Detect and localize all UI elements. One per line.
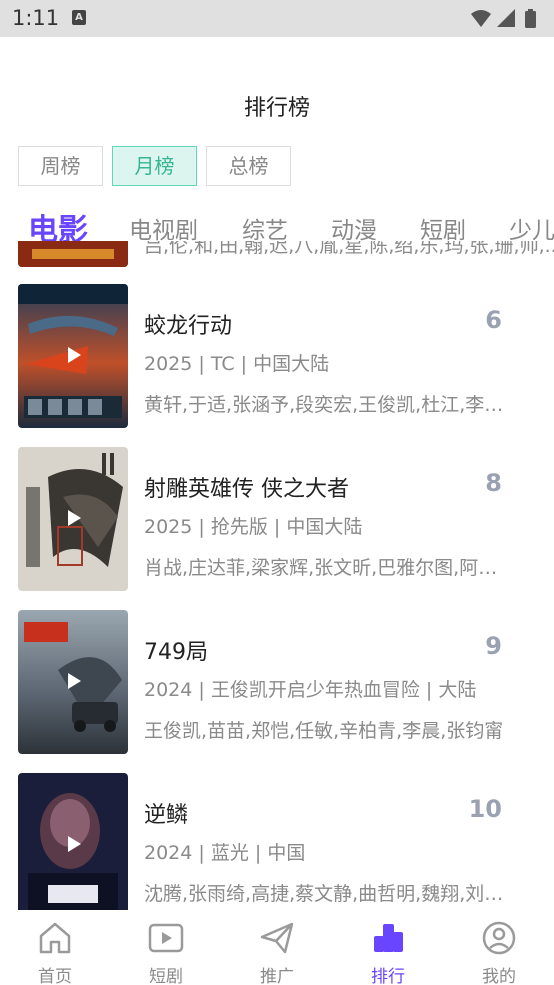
list-item[interactable]: 逆鳞 10 2024 | 蓝光 | 中国 沈腾,张雨绮,高捷,蔡文静,曲哲明,魏… — [0, 773, 554, 910]
item-rank: 10 — [468, 795, 502, 823]
item-title: 蛟龙行动 — [144, 314, 233, 339]
paper-plane-icon — [260, 922, 294, 954]
wifi-icon — [471, 10, 491, 27]
nav-ranking-label: 排行 — [371, 967, 405, 985]
ranking-list[interactable]: 吕,伦,和,田,翰,迟,八,胤,星,陈,绍,乐,玛,张,珊,帅,... 蛟龙行动… — [0, 241, 554, 910]
play-square-icon — [148, 923, 184, 953]
user-circle-icon — [482, 921, 516, 955]
item-cast: 王俊凯,苗苗,郑恺,任敏,辛柏青,李晨,张钧甯 — [144, 720, 504, 742]
poster-image — [18, 610, 128, 754]
tab-kids[interactable]: 少儿 — [509, 211, 554, 245]
item-cast: 肖战,庄达菲,梁家辉,张文昕,巴雅尔图,阿如那,胡军 — [144, 557, 512, 579]
item-meta: 2024 | 王俊凯开启少年热血冒险 | 大陆 — [144, 679, 477, 701]
nav-home[interactable]: 首页 — [10, 918, 100, 985]
tab-short-drama[interactable]: 短剧 — [420, 211, 466, 245]
home-icon — [39, 922, 71, 954]
poster-image — [18, 773, 128, 910]
status-time: 1:11 — [12, 6, 60, 30]
notification-icon: A — [72, 10, 86, 25]
status-bar: 1:11 A — [0, 0, 554, 37]
item-cast: 黄轩,于适,张涵予,段奕宏,王俊凯,杜江,李晨,彭昱畅 — [144, 394, 512, 416]
item-rank: 9 — [485, 632, 502, 660]
list-item[interactable]: 749局 9 2024 | 王俊凯开启少年热血冒险 | 大陆 王俊凯,苗苗,郑恺… — [0, 610, 554, 756]
item-rank: 8 — [485, 469, 502, 497]
signal-icon — [497, 9, 515, 27]
status-icons — [471, 9, 536, 28]
nav-mine-label: 我的 — [482, 967, 516, 985]
item-meta: 2025 | 抢先版 | 中国大陆 — [144, 516, 363, 538]
nav-promote-label: 推广 — [260, 967, 294, 985]
item-title: 749局 — [144, 640, 208, 665]
item-cast: 吕,伦,和,田,翰,迟,八,胤,星,陈,绍,乐,玛,张,珊,帅,... — [144, 241, 554, 257]
item-meta: 2025 | TC | 中国大陆 — [144, 353, 330, 375]
battery-icon — [525, 11, 536, 28]
ranking-bars-icon — [374, 924, 403, 952]
tab-anime[interactable]: 动漫 — [331, 211, 377, 245]
tab-monthly[interactable]: 月榜 — [112, 146, 197, 186]
item-cast: 沈腾,张雨绮,高捷,蔡文静,曲哲明,魏翔,刘晓晔 — [144, 883, 512, 905]
play-icon[interactable] — [62, 344, 84, 366]
poster-image — [18, 284, 128, 428]
tab-tv-series[interactable]: 电视剧 — [129, 211, 198, 245]
list-item[interactable]: 射雕英雄传 侠之大者 8 2025 | 抢先版 | 中国大陆 肖战,庄达菲,梁家… — [0, 447, 554, 593]
bottom-nav: 首页 短剧 推广 排行 我的 — [0, 910, 554, 985]
nav-short-drama[interactable]: 短剧 — [121, 918, 211, 985]
play-icon[interactable] — [62, 833, 84, 855]
tab-variety[interactable]: 综艺 — [242, 211, 288, 245]
tab-overall[interactable]: 总榜 — [206, 146, 291, 186]
play-icon[interactable] — [62, 670, 84, 692]
list-item-partial[interactable]: 吕,伦,和,田,翰,迟,八,胤,星,陈,绍,乐,玛,张,珊,帅,... — [0, 241, 554, 267]
item-rank: 6 — [485, 306, 502, 334]
item-title: 射雕英雄传 侠之大者 — [144, 477, 349, 502]
nav-promote[interactable]: 推广 — [232, 918, 322, 985]
nav-home-label: 首页 — [38, 967, 72, 985]
tab-weekly[interactable]: 周榜 — [18, 146, 103, 186]
list-item[interactable]: 蛟龙行动 6 2025 | TC | 中国大陆 黄轩,于适,张涵予,段奕宏,王俊… — [0, 284, 554, 430]
page-title: 排行榜 — [243, 96, 310, 121]
item-meta: 2024 | 蓝光 | 中国 — [144, 842, 306, 864]
nav-ranking[interactable]: 排行 — [343, 918, 433, 985]
item-title: 逆鳞 — [144, 803, 189, 828]
play-icon[interactable] — [62, 507, 84, 529]
poster-image — [18, 447, 128, 591]
poster-image — [18, 241, 128, 267]
nav-mine[interactable]: 我的 — [454, 918, 544, 985]
nav-short-drama-label: 短剧 — [149, 967, 183, 985]
